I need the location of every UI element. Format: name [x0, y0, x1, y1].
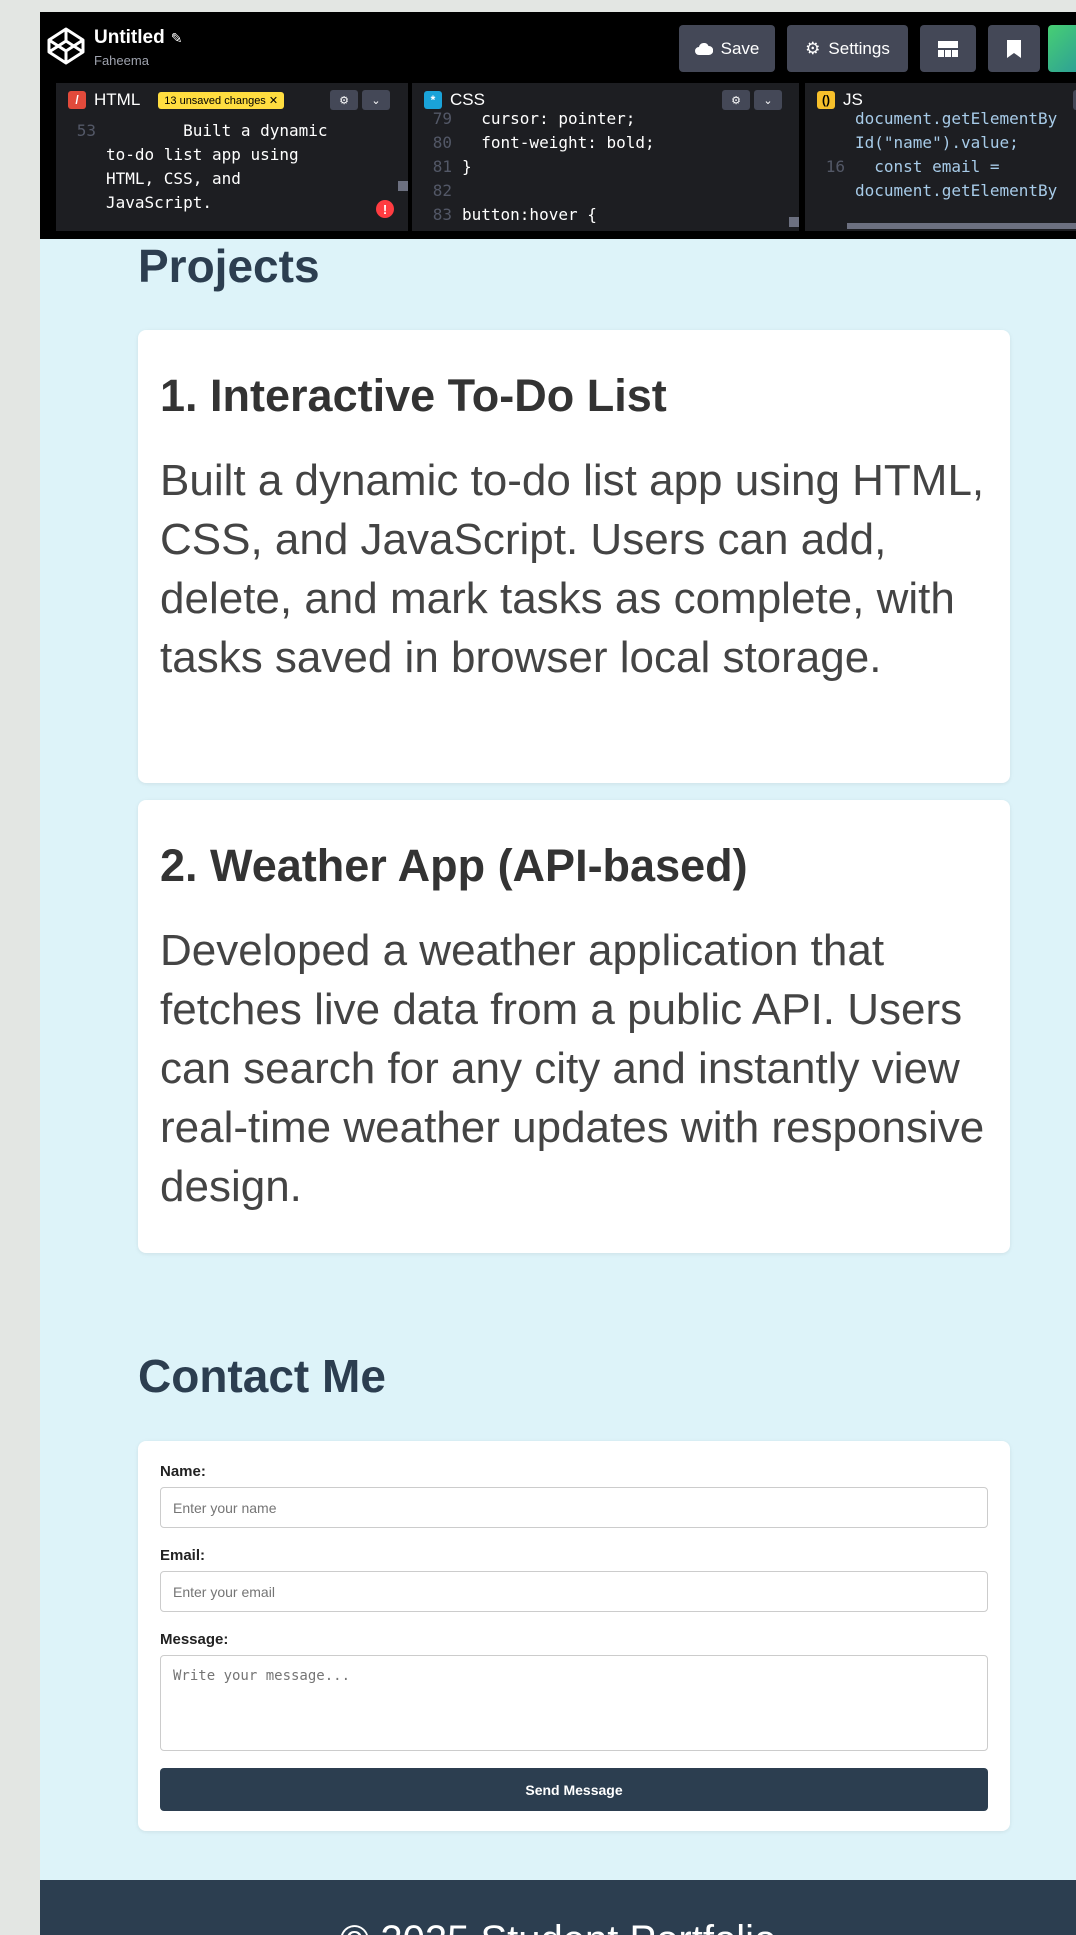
cloud-icon — [694, 42, 713, 55]
css-code-line[interactable]: 80 font-weight: bold; — [412, 131, 799, 155]
html-code-line[interactable]: HTML, CSS, and — [56, 167, 408, 191]
line-number: 53 — [76, 121, 96, 140]
js-code-line[interactable]: 16 const email = — [805, 155, 1076, 179]
projects-heading: Projects — [138, 240, 320, 292]
css-code-line[interactable]: 81} — [412, 155, 799, 179]
save-button[interactable]: Save — [679, 25, 775, 72]
code-text: cursor: pointer; — [462, 109, 636, 128]
page-footer: © 2025 Student Portfolio — [40, 1880, 1076, 1935]
codepen-logo-icon[interactable] — [46, 26, 86, 66]
code-text: document.getElementBy — [855, 109, 1058, 128]
js-code-line[interactable]: document.getElementBy — [805, 179, 1076, 203]
html-editor-pane[interactable]: / HTML 13 unsaved changes ✕ ⚙ ⌄ 53 Built… — [56, 83, 408, 231]
editor-toolbar: Untitled ✎ Faheema Save ⚙ Settings — [40, 12, 1076, 83]
js-horizontal-scrollbar[interactable] — [847, 223, 1076, 229]
message-textarea[interactable] — [160, 1655, 988, 1751]
html-scroll-marker[interactable] — [398, 181, 408, 191]
pen-title-text: Untitled — [94, 27, 165, 48]
send-message-button[interactable]: Send Message — [160, 1768, 988, 1811]
preview-frame: Untitled ✎ Faheema Save ⚙ Settings / HTML… — [40, 12, 1076, 1935]
pencil-icon[interactable]: ✎ — [171, 30, 183, 46]
name-input[interactable] — [160, 1487, 988, 1528]
html-slash-icon: / — [68, 91, 86, 109]
project-description: Built a dynamic to-do list app using HTM… — [160, 456, 985, 682]
settings-button[interactable]: ⚙ Settings — [787, 25, 908, 72]
unsaved-changes-badge[interactable]: 13 unsaved changes ✕ — [158, 91, 285, 109]
project-title: 1. Interactive To-Do List — [160, 370, 667, 421]
js-code-line[interactable]: document.getElementBy — [805, 107, 1076, 131]
js-code-line[interactable]: Id("name").value; — [805, 131, 1076, 155]
contact-heading: Contact Me — [138, 1350, 386, 1402]
code-text: Id("name").value; — [855, 133, 1019, 152]
css-code-line[interactable]: 82 — [412, 179, 799, 203]
js-code-area[interactable]: document.getElementBy Id("name").value; 16… — [805, 105, 1076, 203]
code-text: button:hover { — [462, 205, 597, 224]
editor-panes: / HTML 13 unsaved changes ✕ ⚙ ⌄ 53 Built… — [40, 83, 1076, 239]
html-pane-header: / HTML 13 unsaved changes ✕ ⚙ ⌄ — [56, 83, 408, 117]
name-label: Name: — [160, 1463, 206, 1480]
css-code-area[interactable]: 79 cursor: pointer; 80 font-weight: bold;… — [412, 105, 799, 227]
html-code-line[interactable]: to-do list app using — [56, 143, 408, 167]
code-text: to-do list app using — [106, 145, 299, 164]
footer-copyright: © 2025 Student Portfolio — [40, 1918, 1076, 1935]
line-number: 81 — [432, 157, 452, 176]
html-code-line[interactable]: JavaScript. — [56, 191, 408, 215]
gear-icon: ⚙ — [805, 38, 821, 58]
save-label: Save — [720, 38, 760, 58]
line-number: 82 — [432, 181, 452, 200]
bookmark-button[interactable] — [988, 25, 1040, 72]
email-label: Email: — [160, 1547, 206, 1564]
css-scroll-marker[interactable] — [789, 217, 799, 227]
html-code-line[interactable]: 53 Built a dynamic — [56, 119, 408, 143]
settings-label: Settings — [828, 38, 890, 58]
css-code-line[interactable]: 83 button:hover { — [412, 203, 799, 227]
project-description: Developed a weather application that fet… — [160, 926, 985, 1211]
code-text: font-weight: bold; — [462, 133, 655, 152]
html-settings-icon[interactable]: ⚙ — [330, 90, 358, 110]
code-text: Built a dynamic — [106, 121, 328, 140]
line-number: 16 — [825, 157, 845, 176]
pen-author[interactable]: Faheema — [94, 53, 149, 68]
css-code-line[interactable]: 79 cursor: pointer; — [412, 107, 799, 131]
bookmark-icon — [1007, 39, 1021, 58]
unsaved-changes-text: 13 unsaved changes — [164, 94, 266, 107]
html-pane-label: HTML — [94, 90, 141, 109]
code-text: } — [462, 157, 472, 176]
login-button[interactable] — [1048, 25, 1076, 72]
pen-title[interactable]: Untitled ✎ — [94, 27, 182, 49]
line-number: 80 — [432, 133, 452, 152]
error-icon[interactable]: ! — [376, 200, 394, 218]
html-code-area[interactable]: 53 Built a dynamic to-do list app using HT… — [56, 117, 408, 215]
code-text: JavaScript. — [106, 193, 212, 212]
html-collapse-chevron-icon[interactable]: ⌄ — [362, 90, 390, 110]
code-text: HTML, CSS, and — [106, 169, 241, 188]
email-input[interactable] — [160, 1571, 988, 1612]
js-editor-pane[interactable]: () JS ⚙ document.getElementById("name").… — [805, 83, 1076, 231]
project-title: 2. Weather App (API-based) — [160, 840, 748, 891]
code-text: const email = — [855, 157, 1000, 176]
layout-grid-icon — [938, 40, 958, 57]
contact-form: Name: Email: Message: Send Message — [138, 1441, 1010, 1831]
css-editor-pane[interactable]: * CSS ⚙ ⌄ 79 cursor: pointer; 80 font-wei… — [412, 83, 799, 231]
project-card: 2. Weather App (API-based) Developed a w… — [138, 800, 1010, 1253]
project-card: 1. Interactive To-Do List Built a dynami… — [138, 330, 1010, 783]
message-label: Message: — [160, 1631, 229, 1648]
line-number: 79 — [432, 109, 452, 128]
line-number: 83 — [432, 205, 452, 224]
code-text: document.getElementBy — [855, 181, 1058, 200]
change-view-button[interactable] — [920, 25, 976, 72]
